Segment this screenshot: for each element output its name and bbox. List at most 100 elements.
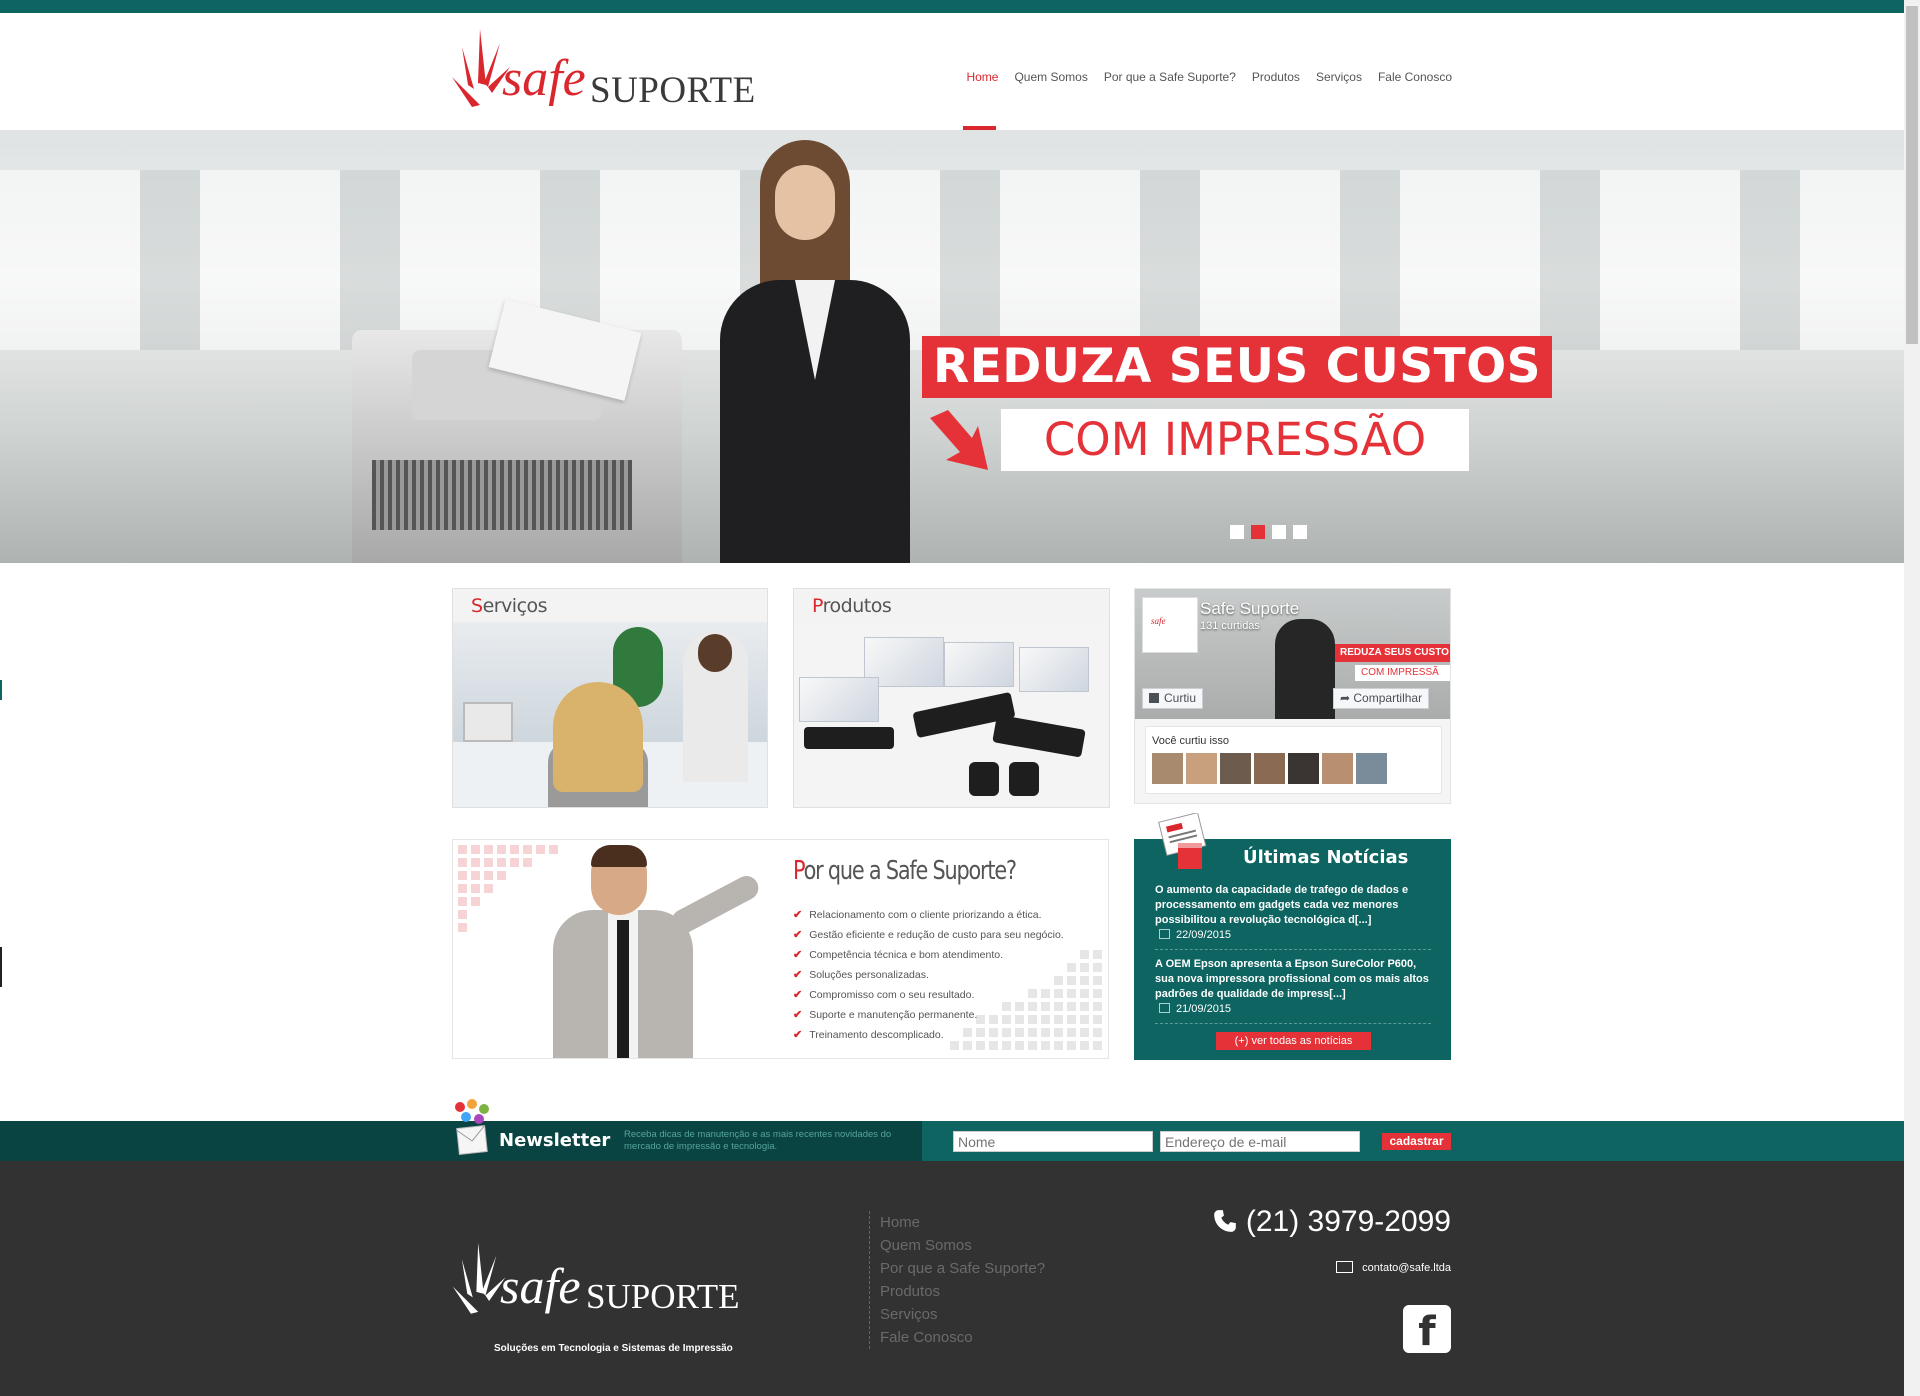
newsletter-name-input[interactable] [953,1131,1153,1152]
facebook-cover: REDUZA SEUS CUSTO COM IMPRESSÃ safe Safe… [1135,589,1450,719]
toner-box [1019,647,1089,692]
slider-dot-2[interactable] [1251,525,1265,539]
check-icon: ✔ [793,949,803,961]
title-rest: rodutos [822,595,892,617]
friend-avatar[interactable] [1152,753,1183,784]
news-item[interactable]: A OEM Epson apresenta a Epson SureColor … [1155,957,1431,1015]
page: safe SUPORTE Home Quem Somos Por que a S… [0,0,1920,1396]
facebook-share-button[interactable]: ➦ Compartilhar [1333,688,1430,709]
footer-link-quem-somos[interactable]: Quem Somos [880,1234,1045,1257]
footer-link-produtos[interactable]: Produtos [880,1280,1045,1303]
newspaper-icon [1158,813,1207,869]
reason-text: Suporte e manutenção permanente. [809,1009,978,1021]
ink-cartridge [1009,762,1039,796]
news-item-text[interactable]: A OEM Epson apresenta a Epson SureColor … [1155,957,1431,1002]
email-address: contato@safe.ltda [1362,1262,1451,1274]
news-item-date: 22/09/2015 [1155,929,1431,941]
facebook-like-button[interactable]: Curtiu [1142,688,1204,709]
nav-item-fale-conosco[interactable]: Fale Conosco [1378,70,1452,84]
hero-woman-image [690,140,920,563]
footer-link-home[interactable]: Home [880,1211,1045,1234]
services-image [453,622,767,807]
hero-background-windows [0,170,1904,350]
facebook-icon[interactable]: f [1403,1305,1451,1353]
man-arm [667,871,763,938]
footer-phone[interactable]: (21) 3979-2099 [1212,1205,1451,1239]
hero-headline: REDUZA SEUS CUSTOS [922,336,1552,398]
nav-item-por-que[interactable]: Por que a Safe Suporte? [1104,70,1236,84]
share-label: Compartilhar [1353,691,1423,705]
hero-subheadline: COM IMPRESSÃO [1001,409,1469,471]
calendar-icon [1159,1003,1170,1013]
newsletter-description: Receba dicas de manutenção e as mais rec… [624,1129,892,1152]
friend-avatar[interactable] [1288,753,1319,784]
newsletter-bar: Newsletter Receba dicas de manutenção e … [0,1099,1904,1161]
cover-banner-text-2: COM IMPRESSÃ [1355,665,1450,681]
newsletter-envelope-icon [455,1099,489,1155]
title-rest: erviços [482,595,548,617]
date-text: 22/09/2015 [1176,929,1232,941]
check-icon: ✔ [793,1009,803,1021]
facebook-page-widget[interactable]: REDUZA SEUS CUSTO COM IMPRESSÃ safe Safe… [1134,588,1451,804]
news-item-date: 21/09/2015 [1155,1003,1431,1015]
footer-link-fale-conosco[interactable]: Fale Conosco [880,1326,1045,1349]
view-all-news-button[interactable]: (+) ver todas as notícias [1216,1032,1371,1050]
footer-link-servicos[interactable]: Serviços [880,1303,1045,1326]
nav-item-servicos[interactable]: Serviços [1316,70,1362,84]
vertical-scrollbar[interactable] [1904,0,1920,1396]
facebook-avatar[interactable]: safe [1142,597,1198,653]
facebook-page-name[interactable]: Safe Suporte [1200,599,1299,619]
reason-item: ✔ Relacionamento com o cliente priorizand… [793,905,1064,925]
services-card[interactable]: Serviços [452,588,768,808]
slider-dot-1[interactable] [1230,525,1244,539]
news-panel: Últimas Notícias O aumento da capacidade… [1134,813,1451,1060]
nav-item-home[interactable]: Home [966,70,998,84]
date-text: 21/09/2015 [1176,1003,1232,1015]
facebook-like-icon [1149,693,1159,703]
site-footer: safe SUPORTE Soluções em Tecnologia e Si… [0,1161,1904,1396]
friend-avatar[interactable] [1356,753,1387,784]
slider-dot-4[interactable] [1293,525,1307,539]
reason-item: ✔ Compromisso com o seu resultado. [793,985,1064,1005]
slider-dots [1230,525,1307,539]
slider-dot-3[interactable] [1272,525,1286,539]
news-item[interactable]: O aumento da capacidade de trafego de da… [1155,883,1431,941]
person-head [698,634,732,672]
friend-avatar[interactable] [1322,753,1353,784]
email-icon [1336,1261,1354,1273]
footer-email[interactable]: contato@safe.ltda [1336,1261,1451,1274]
scrollbar-thumb[interactable] [1906,6,1918,344]
why-safe-section[interactable]: Por que a Safe Suporte? ✔ Relacionamento … [452,839,1109,1059]
news-item-text[interactable]: O aumento da capacidade de trafego de da… [1155,883,1431,928]
news-divider [1155,1023,1431,1024]
avatar-logo-text: safe [1151,616,1166,626]
news-title: Últimas Notícias [1243,847,1409,868]
share-arrow-icon: ➦ [1340,691,1354,705]
friends-faces [1152,753,1387,784]
logo-suporte-text: SUPORTE [590,70,756,111]
title-initial: P [793,856,805,886]
nav-item-quem-somos[interactable]: Quem Somos [1014,70,1087,84]
friend-avatar[interactable] [1254,753,1285,784]
main-nav: Home Quem Somos Por que a Safe Suporte? … [966,70,1452,84]
friend-avatar[interactable] [1220,753,1251,784]
services-card-title: Serviços [471,595,548,617]
toner-box [799,677,879,722]
man-tie [617,920,629,1058]
newsletter-email-input[interactable] [1160,1131,1360,1152]
reason-text: Treinamento descomplicado. [809,1029,944,1041]
person-seated-hair [553,682,643,792]
footer-link-por-que[interactable]: Por que a Safe Suporte? [880,1257,1045,1280]
products-card[interactable]: Produtos [793,588,1110,808]
reason-item: ✔ Suporte e manutenção permanente. [793,1005,1064,1025]
nav-item-produtos[interactable]: Produtos [1252,70,1300,84]
check-icon: ✔ [793,1029,803,1041]
toner-cartridge [992,714,1086,758]
footer-logo[interactable]: safe SUPORTE [452,1241,752,1321]
phone-number: (21) 3979-2099 [1245,1205,1451,1238]
printer-grill [372,460,632,530]
reason-item: ✔ Treinamento descomplicado. [793,1025,1064,1045]
site-logo[interactable]: safe SUPORTE [452,27,755,117]
newsletter-submit-button[interactable]: cadastrar [1382,1133,1451,1150]
friend-avatar[interactable] [1186,753,1217,784]
